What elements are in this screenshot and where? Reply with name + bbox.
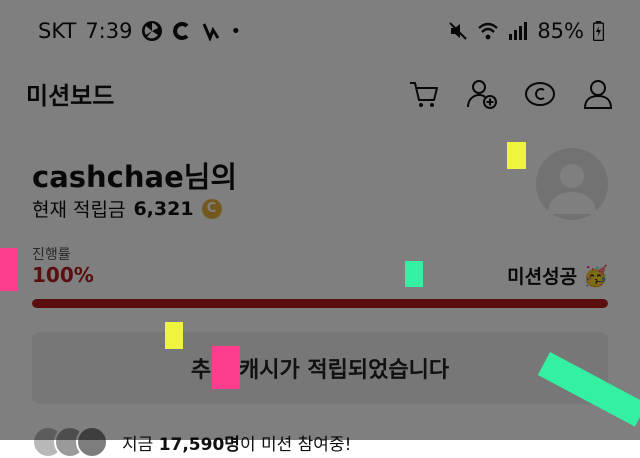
confetti-piece — [212, 346, 240, 389]
balance-label: 현재 적립금 — [32, 199, 126, 221]
carrier-label: SKT — [38, 19, 77, 43]
progress-bar-fill — [32, 299, 608, 308]
notification-dot-icon: • — [230, 20, 242, 42]
status-left: SKT 7:39 • — [38, 19, 241, 43]
page-title: 미션보드 — [26, 82, 115, 110]
cart-icon — [410, 82, 438, 107]
balance-row: 현재 적립금 6,321 C — [32, 195, 222, 222]
add-friend-icon — [467, 80, 497, 109]
progress-caption: 진행률 — [32, 247, 71, 263]
default-avatar-icon — [548, 164, 596, 214]
cash-button[interactable] — [520, 74, 560, 114]
mission-status: 미션성공 🥳 — [507, 262, 608, 289]
participant-avatar — [76, 426, 108, 458]
cash-c-icon — [172, 21, 192, 41]
coin-badge-icon: C — [201, 198, 222, 219]
mute-icon — [448, 21, 468, 41]
data-saver-icon — [201, 21, 221, 41]
confetti-piece — [507, 142, 526, 169]
battery-percent: 85% — [537, 19, 584, 43]
participant-avatars — [32, 426, 108, 458]
mission-board-page: 미션보드 cashchae님의 현재 적립금 6,321 C 진행률 100% … — [0, 62, 640, 458]
participants-prefix: 지금 — [122, 434, 154, 455]
wifi-icon — [477, 22, 499, 40]
participants-row: 지금 17,590명이 미션 참여중! — [32, 426, 351, 458]
confetti-piece — [165, 322, 183, 349]
progress-bar — [32, 299, 608, 308]
battery-charging-icon — [593, 21, 604, 41]
reward-notice: 추가 캐시가 적립되었습니다 — [32, 332, 608, 404]
profile-icon — [583, 80, 613, 109]
signal-icon — [508, 22, 528, 40]
cart-button[interactable] — [404, 74, 444, 114]
status-right: 85% — [448, 19, 604, 43]
profile-button[interactable] — [578, 74, 618, 114]
username-heading: cashchae님의 — [32, 160, 238, 194]
status-bar: SKT 7:39 • 85% — [0, 0, 640, 62]
progress-percent: 100% — [32, 263, 94, 287]
fan-icon — [141, 20, 163, 42]
confetti-piece — [405, 261, 423, 287]
clock-time: 7:39 — [85, 19, 133, 43]
header-actions — [404, 74, 618, 114]
add-friend-button[interactable] — [462, 74, 502, 114]
app-header: 미션보드 — [0, 62, 640, 124]
participants-suffix: 이 미션 참여중! — [239, 434, 352, 455]
participants-text: 지금 17,590명이 미션 참여중! — [122, 430, 351, 455]
party-face-icon: 🥳 — [583, 263, 608, 288]
coin-icon — [525, 82, 555, 106]
avatar[interactable] — [536, 148, 608, 220]
confetti-piece — [0, 248, 18, 291]
participants-count: 17,590명 — [158, 434, 240, 455]
mission-status-label: 미션성공 — [507, 266, 578, 288]
balance-value: 6,321 — [133, 197, 194, 220]
